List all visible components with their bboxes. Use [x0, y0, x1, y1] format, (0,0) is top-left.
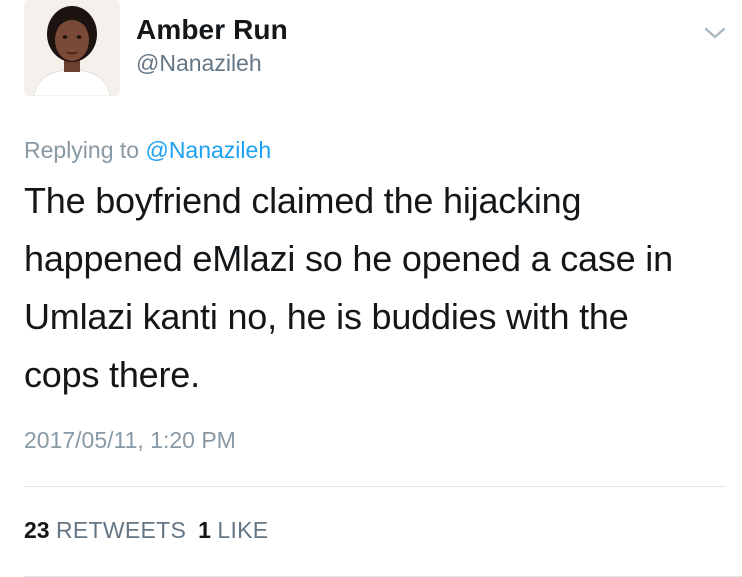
tweet-card: Amber Run @Nanazileh Replying to @Nanazi…: [0, 0, 742, 577]
retweet-label: RETWEETS: [55, 517, 187, 543]
author-handle[interactable]: @Nanazileh: [136, 50, 262, 77]
reply-context-prefix: Replying to: [24, 137, 140, 163]
tweet-text-line: The boyfriend claimed the hijacking: [24, 180, 582, 221]
like-count: 1: [198, 517, 211, 543]
tweet-text-line: happened eMlazi so he opened a case in: [24, 238, 673, 279]
retweets-stat[interactable]: 23 RETWEETS: [24, 517, 186, 543]
chevron-down-icon[interactable]: [701, 22, 729, 44]
reply-context: Replying to @Nanazileh: [24, 137, 271, 164]
retweet-count: 23: [24, 517, 50, 543]
tweet-text-line: cops there.: [24, 354, 200, 395]
divider: [24, 486, 726, 487]
profile-photo-icon: [24, 0, 120, 96]
tweet-stats: 23 RETWEETS 1 LIKE: [24, 517, 280, 544]
like-label: LIKE: [217, 517, 269, 543]
avatar[interactable]: [24, 0, 120, 96]
likes-stat[interactable]: 1 LIKE: [198, 517, 268, 543]
tweet-text: The boyfriend claimed the hijacking happ…: [24, 172, 724, 404]
author-display-name[interactable]: Amber Run: [136, 14, 288, 46]
tweet-timestamp[interactable]: 2017/05/11, 1:20 PM: [24, 427, 236, 454]
reply-mention-link[interactable]: @Nanazileh: [145, 137, 271, 163]
tweet-text-line: Umlazi kanti no, he is buddies with the: [24, 296, 629, 337]
